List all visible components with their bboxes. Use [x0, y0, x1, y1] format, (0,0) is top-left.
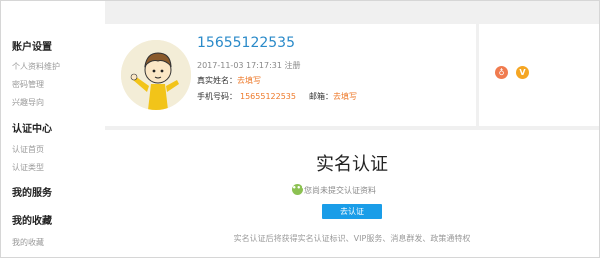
sidebar-item-password[interactable]: 密码管理	[12, 79, 44, 90]
sidebar-title-verify: 认证中心	[12, 124, 52, 135]
sidebar-title-services[interactable]: 我的服务	[12, 184, 52, 199]
email-label: 邮箱：	[309, 92, 333, 101]
profile-phone-title: 15655122535	[197, 35, 295, 51]
profile-card: 15655122535 2017-11-03 17:17:31 注册 真实姓名：…	[105, 24, 476, 126]
medal-badge-icon[interactable]: ♁	[495, 66, 508, 79]
sidebar-item-profile[interactable]: 个人资料维护	[12, 61, 60, 72]
sidebar: 账户设置 个人资料维护 密码管理 兴趣导向 认证中心 认证首页 认证类型 我的服…	[1, 1, 105, 257]
email-fill-link[interactable]: 去填写	[333, 92, 357, 101]
real-name-fill-link[interactable]: 去填写	[237, 76, 261, 85]
status-dots-icon: •••	[292, 184, 305, 195]
avatar[interactable]	[121, 40, 191, 110]
sidebar-item-interest[interactable]: 兴趣导向	[12, 97, 44, 108]
verification-description: 实名认证后将获得实名认证标识、VIP服务、消息群发、政策通特权	[233, 234, 471, 243]
vip-badge-icon[interactable]: V	[516, 66, 529, 79]
sidebar-title-favorites: 我的收藏	[12, 216, 52, 227]
badges-panel: ♁ V	[479, 24, 599, 126]
verification-panel: 实名认证 ••• 您尚未提交认证资料 去认证 实名认证后将获得实名认证标识、VI…	[105, 130, 599, 257]
real-name-label: 真实姓名：	[197, 76, 237, 85]
real-name-row: 真实姓名：去填写	[197, 75, 261, 86]
avatar-illustration	[121, 40, 191, 110]
mobile-row: 手机号码： 15655122535	[197, 91, 296, 102]
go-verify-button[interactable]: 去认证	[322, 204, 382, 219]
verification-title: 实名认证	[316, 154, 388, 175]
mobile-label: 手机号码：	[197, 92, 237, 101]
sidebar-item-favorites[interactable]: 我的收藏	[12, 237, 44, 248]
sidebar-item-verify-type[interactable]: 认证类型	[12, 162, 44, 173]
sidebar-item-verify-home[interactable]: 认证首页	[12, 144, 44, 155]
verification-status: 您尚未提交认证资料	[304, 186, 376, 195]
email-row: 邮箱：去填写	[309, 91, 357, 102]
mobile-value: 15655122535	[240, 92, 296, 101]
sidebar-title-account: 账户设置	[12, 42, 52, 53]
registration-time: 2017-11-03 17:17:31 注册	[197, 61, 301, 70]
